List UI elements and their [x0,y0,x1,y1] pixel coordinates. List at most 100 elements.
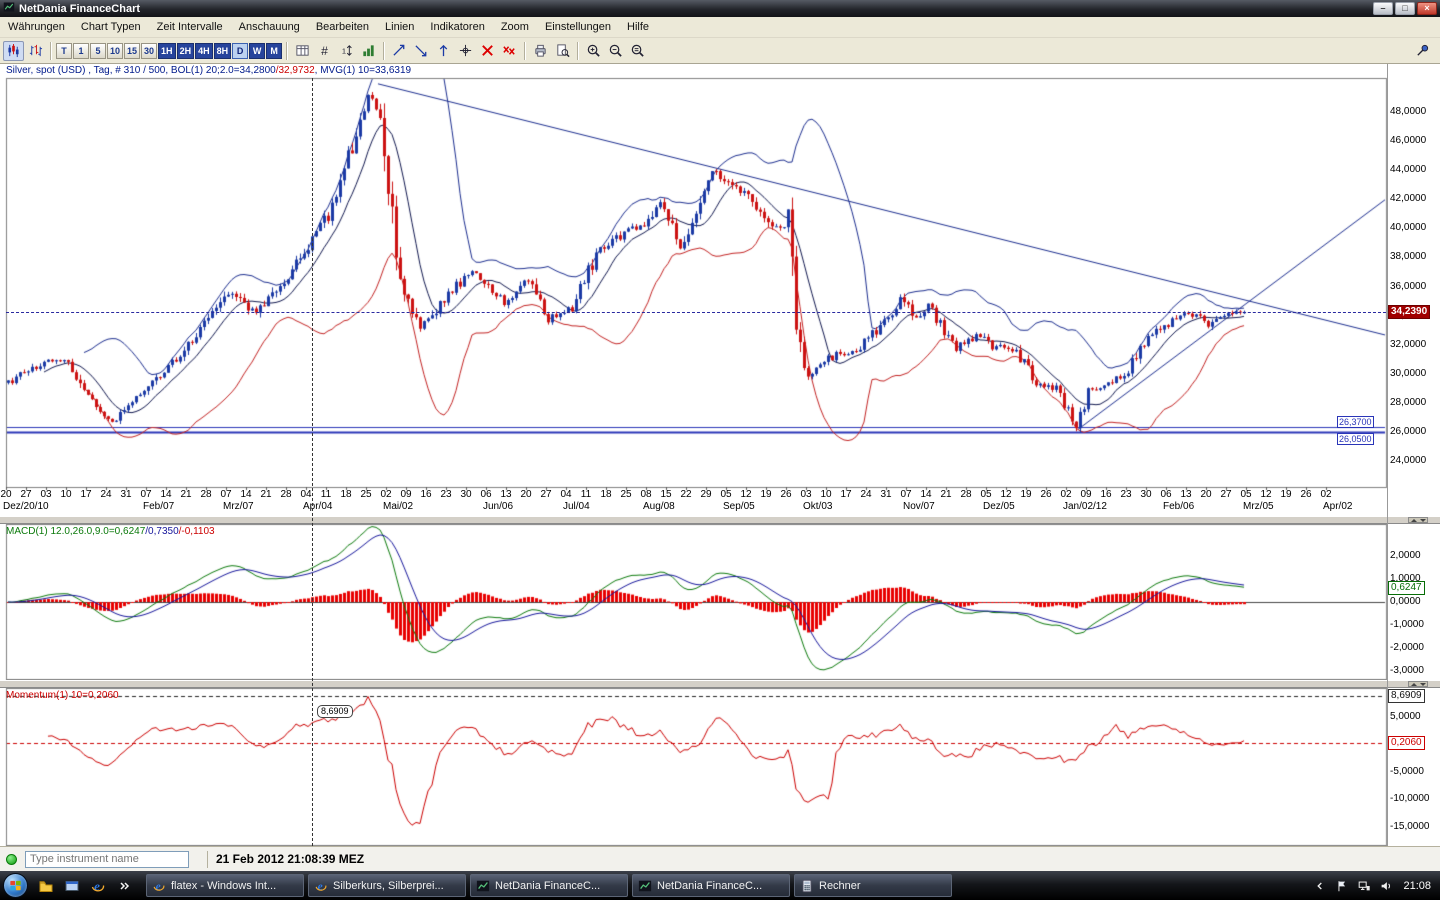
menu-item-zeit-intervalle[interactable]: Zeit Intervalle [149,18,231,36]
dock-pin-button[interactable] [1412,41,1433,61]
interval-30-button[interactable]: 30 [141,43,157,59]
interval-10-button[interactable]: 10 [107,43,123,59]
taskbar-clock[interactable]: 21:08 [1403,880,1431,892]
panel-splitter[interactable] [0,680,1440,688]
x-axis-day-label: 19 [1017,489,1035,500]
toolbar: T151015301H2H4H8HDWM#1 [0,38,1440,64]
menu-item-indikatoren[interactable]: Indikatoren [422,18,492,36]
interval-d-button[interactable]: D [232,43,248,59]
taskbar-item-netdania-financec[interactable]: NetDania FinanceC... [470,874,628,897]
start-button[interactable] [3,873,28,898]
draw-trendline-down-button[interactable] [411,41,432,61]
interval-1h-button[interactable]: 1H [158,43,176,59]
crosshair-tool-button[interactable] [455,41,476,61]
volume-button[interactable] [1377,877,1395,895]
menu-item-wahrungen[interactable]: Währungen [0,18,73,36]
quick-launch-expand-button[interactable] [112,874,136,898]
action-center-button[interactable] [1333,877,1351,895]
menu-item-chart-typen[interactable]: Chart Typen [73,18,149,36]
window-icon [64,878,80,894]
momentum-chart-canvas[interactable] [0,688,1440,846]
panel-splitter[interactable] [0,516,1440,524]
main-chart-canvas[interactable] [0,64,1440,516]
x-axis-day-label: 20 [517,489,535,500]
hidden-icons-button[interactable] [1311,877,1329,895]
interval-1-button[interactable]: 1 [73,43,89,59]
interval-m-button[interactable]: M [266,43,282,59]
task-label: NetDania FinanceC... [495,880,600,892]
taskbar-item-flatex-windows-int[interactable]: eflatex - Windows Int... [146,874,304,897]
chevrons-icon [116,878,132,894]
netdania-icon [638,879,652,893]
minimize-button[interactable]: – [1373,2,1393,15]
interval-w-button[interactable]: W [249,43,265,59]
macd-indicator-label: MACD(1) 12.0,26.0,9.0=0,6247/0,7350/-0,1… [6,526,215,538]
volume-toggle-button[interactable] [358,41,379,61]
interval-5-button[interactable]: 5 [90,43,106,59]
trenddown-icon [414,43,429,58]
price-scale-button[interactable]: 1 [336,41,357,61]
print-preview-button[interactable] [552,41,573,61]
ohlc-chart-button[interactable] [25,41,46,61]
x-axis-month-label: Apr/04 [303,501,332,512]
x-axis-day-label: 20 [0,489,15,500]
taskbar-item-rechner[interactable]: Rechner [794,874,952,897]
taskbar-item-netdania-financec[interactable]: NetDania FinanceC... [632,874,790,897]
connection-status-icon [6,854,17,865]
internet-explorer-button[interactable]: e [86,874,110,898]
menu-item-hilfe[interactable]: Hilfe [619,18,657,36]
menu-item-zoom[interactable]: Zoom [493,18,537,36]
splitter-collapse-button[interactable] [1408,681,1428,687]
menu-item-anschauung[interactable]: Anschauung [231,18,308,36]
x-axis-day-label: 12 [997,489,1015,500]
close-button[interactable]: × [1417,2,1437,15]
zoom-in-button[interactable] [583,41,604,61]
instrument-search-input[interactable] [25,851,189,868]
label-segment: Momentum(1) 10=0,2060 [6,690,119,701]
data-table-button[interactable] [292,41,313,61]
show-desktop-button[interactable] [60,874,84,898]
maximize-button[interactable]: □ [1395,2,1415,15]
print-button[interactable] [530,41,551,61]
zoomreset-icon [630,43,645,58]
menu-item-linien[interactable]: Linien [377,18,422,36]
last-price-badge: 34,2390 [1388,305,1430,319]
momentum-indicator-label: Momentum(1) 10=0,2060 [6,690,119,702]
x-axis-day-label: 26 [1037,489,1055,500]
interval-2h-button[interactable]: 2H [177,43,195,59]
x-axis-day-label: 26 [777,489,795,500]
x-axis-day-label: 29 [697,489,715,500]
macd-chart-canvas[interactable] [0,524,1440,680]
draw-trendline-up-button[interactable] [389,41,410,61]
volume-icon [361,43,376,58]
toolbar-separator [383,42,385,60]
splitter-collapse-button[interactable] [1408,517,1428,523]
zoom-out-button[interactable] [605,41,626,61]
interval-t-button[interactable]: T [56,43,72,59]
zoomout-icon [608,43,623,58]
toolbar-separator [524,42,526,60]
task-label: flatex - Windows Int... [171,880,276,892]
zoomin-icon [586,43,601,58]
interval-4h-button[interactable]: 4H [195,43,213,59]
x-axis-day-label: 24 [97,489,115,500]
x-axis-day-label: 17 [837,489,855,500]
delete-line-button[interactable] [477,41,498,61]
zoom-reset-button[interactable] [627,41,648,61]
network-status-button[interactable] [1355,877,1373,895]
toolbar-separator [286,42,288,60]
draw-arrow-button[interactable] [433,41,454,61]
candlestick-chart-button[interactable] [3,41,24,61]
windows-explorer-button[interactable] [34,874,58,898]
grid-toggle-button[interactable]: # [314,41,335,61]
quick-launch-bar: e [34,874,136,898]
delete-all-lines-button[interactable] [499,41,520,61]
status-bar: 21 Feb 2012 21:08:39 MEZ [0,846,1440,871]
interval-15-button[interactable]: 15 [124,43,140,59]
taskbar-item-silberkurs-silberprei[interactable]: eSilberkurs, Silberprei... [308,874,466,897]
interval-8h-button[interactable]: 8H [214,43,232,59]
title-bar[interactable]: NetDania FinanceChart – □ × [0,0,1440,17]
menu-item-einstellungen[interactable]: Einstellungen [537,18,619,36]
x-axis-day-label: 28 [197,489,215,500]
menu-item-bearbeiten[interactable]: Bearbeiten [308,18,377,36]
